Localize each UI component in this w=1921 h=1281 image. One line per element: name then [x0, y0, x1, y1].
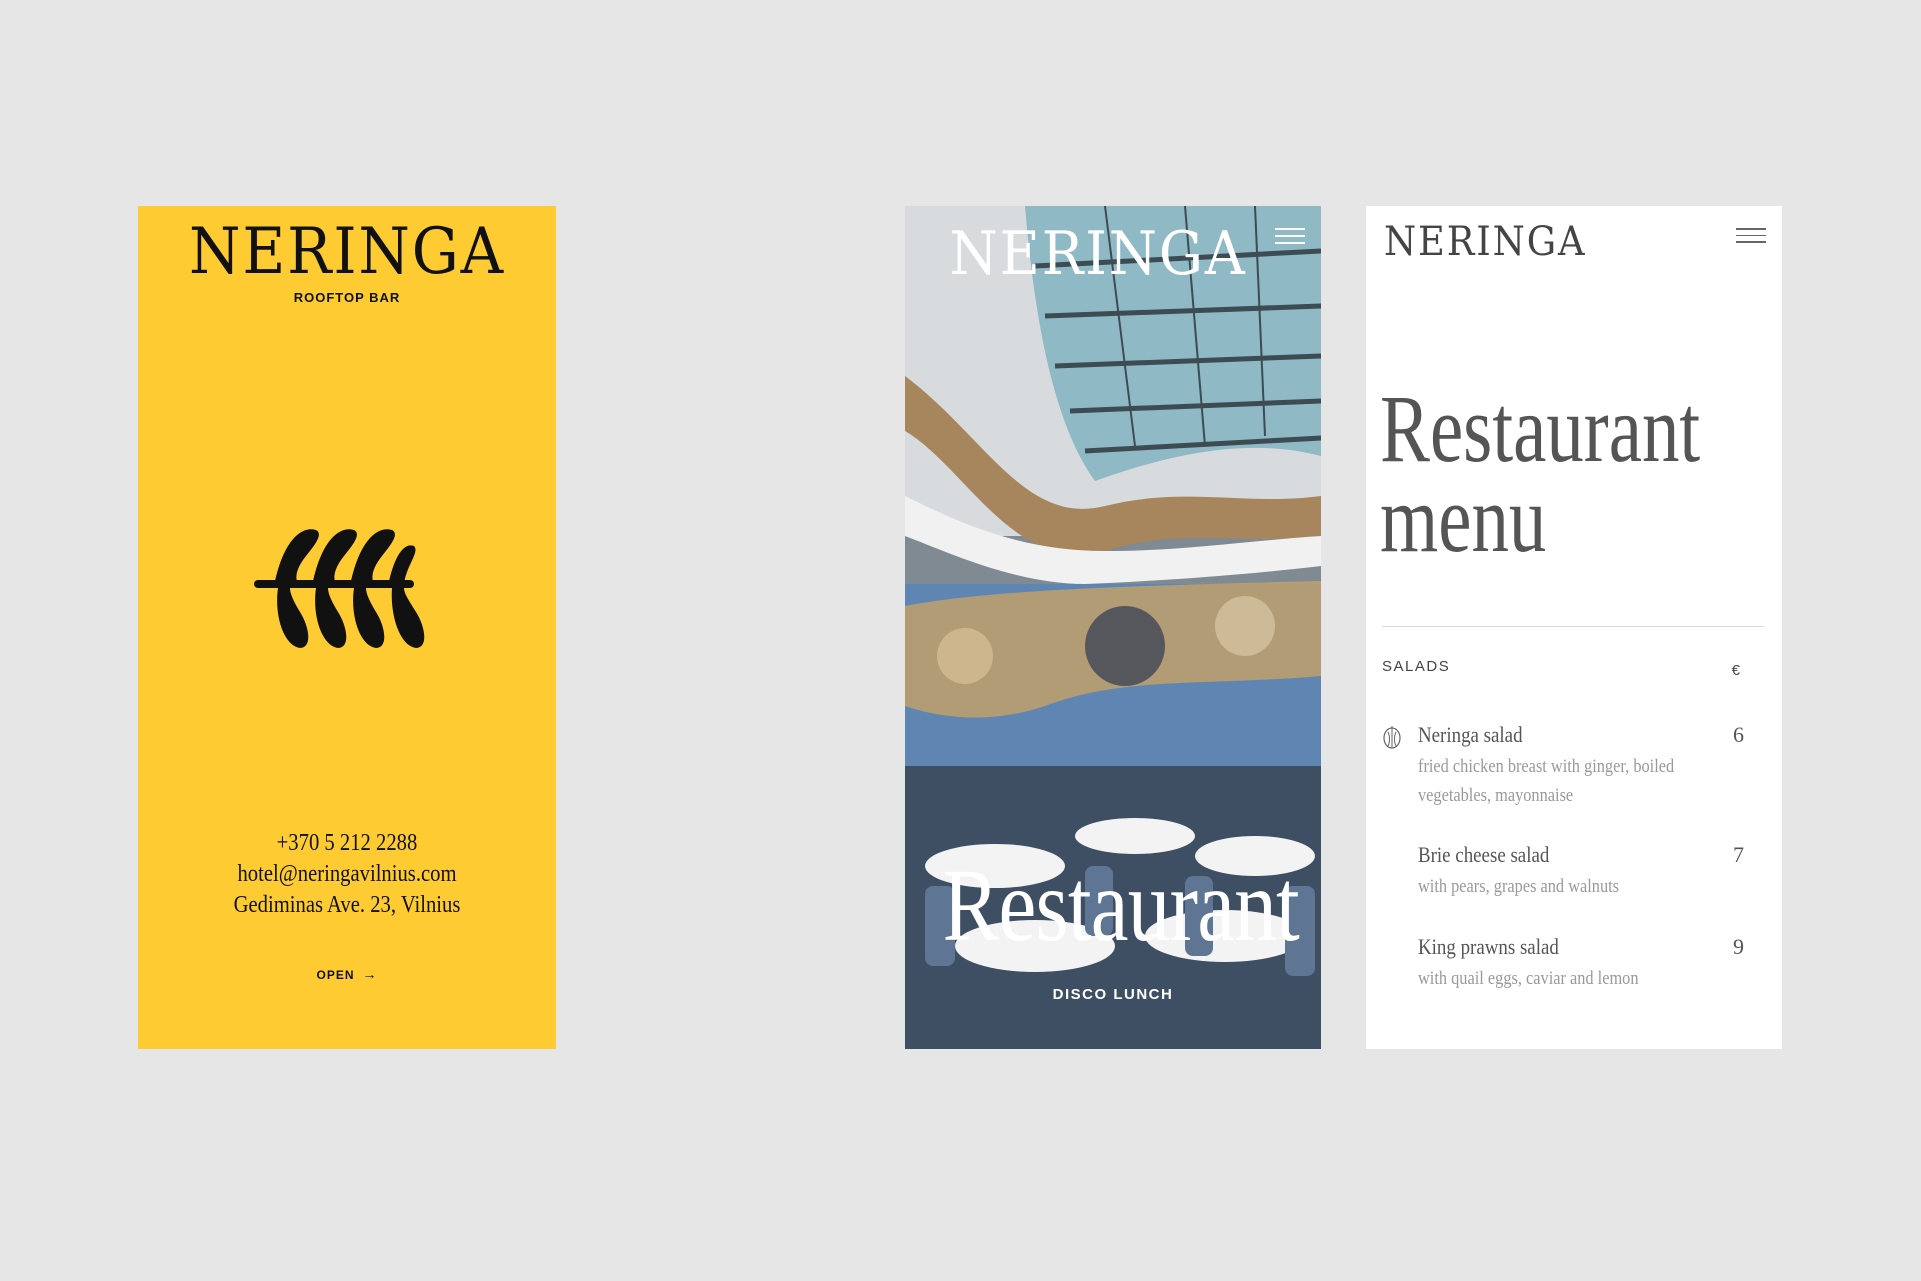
rooftop-bar-card: Neringa ROOFTOP BAR +370 5 212 2288 hote…: [138, 206, 556, 1049]
dish-description: with quail eggs, caviar and lemon: [1418, 968, 1639, 989]
section-label-salads: SALADS: [1382, 658, 1451, 675]
neringa-logo[interactable]: Neringa: [155, 220, 540, 284]
dish-price: 7: [1733, 842, 1744, 867]
neringa-logo[interactable]: Neringa: [1384, 222, 1586, 262]
open-button[interactable]: OPEN →: [138, 966, 556, 982]
hero-subtitle[interactable]: DISCO LUNCH: [905, 986, 1321, 1003]
hamburger-menu-icon[interactable]: [1736, 228, 1766, 246]
dish-name: Neringa salad: [1418, 722, 1523, 747]
email-link[interactable]: hotel@neringavilnius.com: [167, 859, 526, 890]
currency-label: €: [1731, 662, 1740, 679]
signature-dish-icon: [1383, 726, 1401, 749]
dish-price: 9: [1733, 934, 1744, 959]
arrow-right-icon: →: [362, 966, 378, 982]
open-label: OPEN: [316, 968, 355, 982]
dish-description: with pears, grapes and walnuts: [1418, 876, 1620, 897]
phone-link[interactable]: +370 5 212 2288: [167, 828, 526, 859]
restaurant-hero-card: Neringa Restaurant DISCO LUNCH: [905, 206, 1321, 1049]
divider: [1382, 626, 1764, 627]
menu-item[interactable]: King prawns salad with quail eggs, cavia…: [1418, 934, 1748, 993]
dish-name: Brie cheese salad: [1418, 842, 1550, 867]
dish-price: 6: [1733, 722, 1744, 747]
dish-name: King prawns salad: [1418, 934, 1559, 959]
restaurant-menu-card: Neringa Restaurant menu SALADS € Neringa…: [1366, 206, 1782, 1049]
hamburger-menu-icon[interactable]: [1275, 228, 1305, 246]
neringa-logo[interactable]: Neringa: [905, 224, 1303, 284]
menu-item[interactable]: Brie cheese salad with pears, grapes and…: [1418, 842, 1748, 901]
wheat-ear-emblem-icon: [254, 529, 425, 648]
page-title: Restaurant menu: [1380, 375, 1701, 572]
address-text: Gediminas Ave. 23, Vilnius: [233, 892, 461, 918]
page-title-line2: menu: [1380, 465, 1547, 572]
dish-description: fried chicken breast with ginger, boiled…: [1418, 756, 1675, 806]
menu-item[interactable]: Neringa salad fried chicken breast with …: [1418, 722, 1748, 810]
hero-title: Restaurant: [942, 848, 1299, 963]
rooftop-bar-subtitle: ROOFTOP BAR: [293, 290, 401, 305]
contact-info: +370 5 212 2288 hotel@neringavilnius.com…: [167, 828, 526, 921]
page-title-line1: Restaurant: [1380, 375, 1701, 482]
